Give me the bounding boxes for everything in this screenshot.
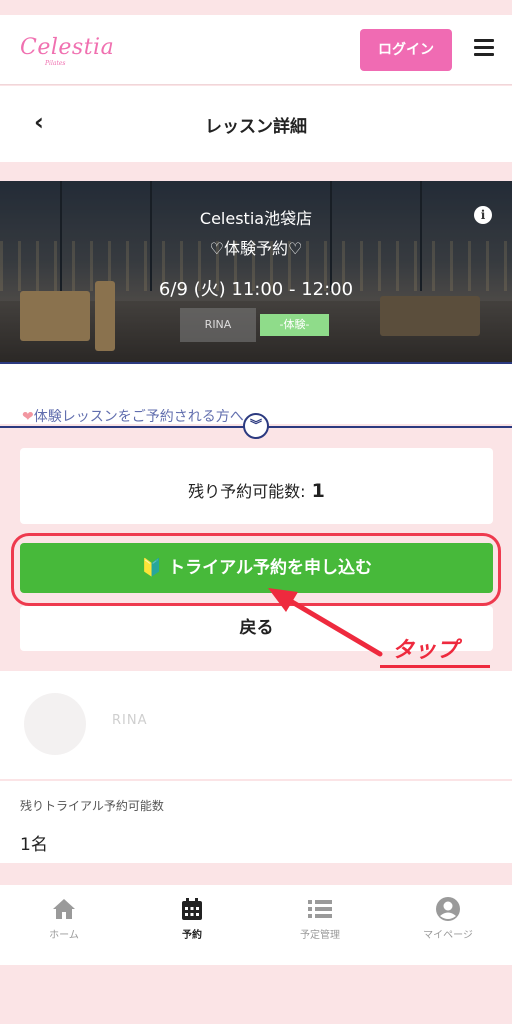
event-name: ♡体験予約♡ <box>209 239 303 258</box>
nav-item-schedule[interactable]: 予定管理 <box>256 895 384 941</box>
remaining-label: 残り予約可能数: <box>188 482 306 501</box>
celestia-logo[interactable]: Celestia <box>20 35 114 60</box>
beginner-leaf-icon: 🔰 <box>141 558 163 578</box>
nav-item-reservation[interactable]: 予約 <box>128 895 256 941</box>
annotation-arrow <box>268 588 383 657</box>
annotation-underline <box>380 665 490 668</box>
login-button[interactable]: ログイン <box>360 29 452 71</box>
top-band <box>0 0 512 15</box>
home-icon <box>0 895 128 923</box>
nav-label-home: ホーム <box>49 930 79 941</box>
trial-remaining-card: 残りトライアル予約可能数 1名 <box>0 781 512 863</box>
info-icon[interactable]: i <box>474 206 492 224</box>
nav-label-reservation: 予約 <box>182 930 202 941</box>
user-icon <box>384 895 512 923</box>
calendar-icon <box>128 895 256 923</box>
logo-subtitle: Pilates <box>45 60 66 67</box>
lesson-type-badge: -体験- <box>260 314 329 336</box>
trial-remaining-value: 1名 <box>20 835 48 855</box>
nav-item-mypage[interactable]: マイページ <box>384 895 512 941</box>
trial-remaining-label: 残りトライアル予約可能数 <box>20 799 164 813</box>
expand-chevron-icon[interactable]: ︾ <box>243 413 269 439</box>
app-header: Celestia Pilates ログイン <box>0 15 512 85</box>
lesson-datetime: 6/9 (火) 11:00 - 12:00 <box>158 279 354 300</box>
bottom-navigation: ホーム 予約 予定管理 マイページ <box>0 885 512 965</box>
heart-icon: ❤ <box>22 409 34 425</box>
remaining-count: 1 <box>311 480 325 502</box>
nav-item-home[interactable]: ホーム <box>0 895 128 941</box>
store-name: Celestia池袋店 <box>199 209 313 228</box>
remaining-slots-card: 残り予約可能数: 1 <box>20 448 493 524</box>
trial-reservation-button[interactable]: 🔰 トライアル予約を申し込む <box>20 543 493 593</box>
instructor-name: RINA <box>112 713 148 728</box>
page-titlebar: ‹ レッスン詳細 <box>0 86 512 162</box>
instructor-badge: RINA <box>180 308 256 342</box>
nav-label-mypage: マイページ <box>423 930 473 941</box>
trial-reservation-label: トライアル予約を申し込む <box>168 558 372 578</box>
nav-label-schedule: 予定管理 <box>300 930 340 941</box>
page-title: レッスン詳細 <box>205 117 307 137</box>
annotation-tap-label: タップ <box>392 638 459 663</box>
instructor-section: RINA <box>0 671 512 779</box>
avatar[interactable] <box>24 693 86 755</box>
hamburger-menu-icon[interactable] <box>474 39 494 59</box>
list-icon <box>256 895 384 923</box>
lesson-hero-image: Celestia池袋店 ♡体験予約♡ 6/9 (火) 11:00 - 12:00… <box>0 181 512 362</box>
